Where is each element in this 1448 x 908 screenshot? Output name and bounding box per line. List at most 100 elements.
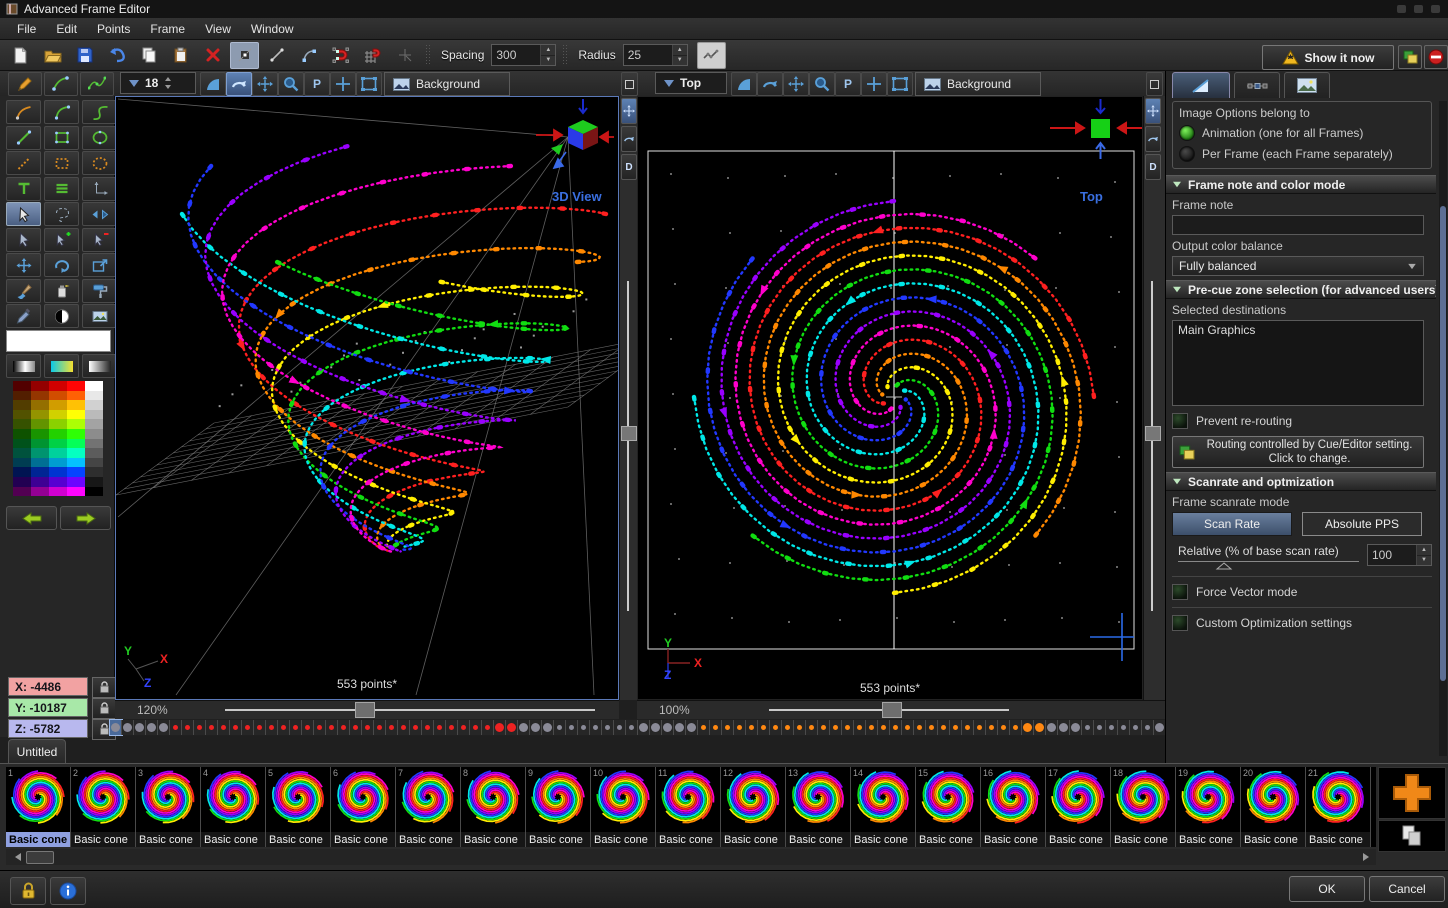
palette-gray[interactable] [85,429,103,439]
snap-grid-magnet-button[interactable] [358,42,387,69]
point-cell[interactable] [410,720,422,735]
dimension-tool[interactable] [82,177,117,201]
new-button[interactable] [6,42,35,69]
point-cell[interactable] [638,720,650,735]
left-zoom-slider-thumb[interactable] [355,702,375,718]
frame-thumbnail[interactable]: 1Basic cone [6,767,71,847]
point-cell[interactable] [1058,720,1070,735]
coord-y-field[interactable]: Y: -10187 [8,698,88,717]
palette-color[interactable] [49,448,67,458]
point-cell[interactable] [998,720,1010,735]
lock-y-button[interactable] [92,698,116,719]
palette-color[interactable] [49,400,67,410]
scan-rate-button[interactable]: Scan Rate [1172,512,1292,536]
spacing-spin-arrows[interactable]: ▲▼ [540,45,555,65]
spacing-spinner[interactable]: ▲▼ [491,44,556,66]
palette-prev-button[interactable] [6,506,57,530]
point-cell[interactable] [782,720,794,735]
point-cell[interactable] [602,720,614,735]
force-vector-checkbox[interactable]: Force Vector mode [1172,584,1432,600]
point-cell[interactable] [374,720,386,735]
point-cell[interactable] [554,720,566,735]
palette-color[interactable] [31,439,49,449]
point-cell[interactable] [146,720,158,735]
point-cell[interactable] [1130,720,1142,735]
point-cell[interactable] [266,720,278,735]
viewport-3d[interactable]: XYZ 3D View 553 points* [115,96,619,700]
point-cell[interactable] [662,720,674,735]
palette-color[interactable] [49,477,67,487]
point-cell[interactable] [1118,720,1130,735]
point-cell[interactable] [314,720,326,735]
palette-next-button[interactable] [60,506,111,530]
palette-color[interactable] [67,429,85,439]
point-cell[interactable] [242,720,254,735]
move-tool[interactable] [6,253,41,277]
frame-thumbnail[interactable]: 9Basic cone [526,767,591,847]
point-cell[interactable] [302,720,314,735]
blackout-button[interactable] [1424,45,1448,69]
point-cell[interactable] [674,720,686,735]
frame-thumbnail[interactable]: 21Basic cone [1306,767,1371,847]
left-add-tool[interactable] [330,72,356,96]
gradient-gray-button[interactable] [82,354,117,378]
current-color-swatch[interactable] [6,330,111,352]
point-cell[interactable] [626,720,638,735]
flip-tool[interactable] [82,202,117,226]
point-cell[interactable] [494,720,506,735]
coord-z-field[interactable]: Z: -5782 [8,719,88,738]
arc-tool[interactable] [44,100,79,124]
left-panel-config-button[interactable] [621,72,638,96]
frame-thumbnail[interactable]: 5Basic cone [266,767,331,847]
freehand-curve-tool[interactable] [6,100,41,124]
palette-color[interactable] [13,381,31,391]
left-rotate-tool[interactable] [226,72,252,96]
frame-thumbnail[interactable]: 3Basic cone [136,767,201,847]
palette-color[interactable] [31,410,49,420]
right-background-button[interactable]: Background [915,72,1041,96]
point-cell[interactable] [614,720,626,735]
frame-note-input[interactable] [1172,215,1424,235]
frame-thumbnail[interactable]: 17Basic cone [1046,767,1111,847]
point-cell[interactable] [830,720,842,735]
contrast-tool[interactable] [44,304,79,328]
frame-thumbnail[interactable]: 2Basic cone [71,767,136,847]
point-cell[interactable] [1106,720,1118,735]
lasso-select-tool[interactable] [44,202,79,226]
section-frame-note[interactable]: Frame note and color mode [1166,175,1436,194]
save-button[interactable] [70,42,99,69]
palette-color[interactable] [31,381,49,391]
palette-color[interactable] [49,391,67,401]
palette-gray[interactable] [85,477,103,487]
tab-draw[interactable] [1172,72,1230,98]
right-vertical-slider-track[interactable] [1151,281,1153,611]
palette-color[interactable] [13,487,31,497]
custom-optimization-checkbox[interactable]: Custom Optimization settings [1172,615,1432,631]
point-cell[interactable] [1034,720,1046,735]
left-pivot-tool[interactable]: P [304,72,330,96]
delete-button[interactable] [198,42,227,69]
spline-tool[interactable] [80,72,114,96]
menu-edit[interactable]: Edit [47,20,86,38]
point-cell[interactable] [506,720,518,735]
palette-color[interactable] [13,391,31,401]
palette-color[interactable] [67,439,85,449]
absolute-pps-button[interactable]: Absolute PPS [1302,512,1422,536]
point-cell[interactable] [398,720,410,735]
left-zoom-tool[interactable] [278,72,304,96]
palette-color[interactable] [49,419,67,429]
radius-spinner[interactable]: ▲▼ [623,44,688,66]
point-cell[interactable] [806,720,818,735]
palette-color[interactable] [67,400,85,410]
point-cell[interactable] [422,720,434,735]
palette-color[interactable] [13,467,31,477]
point-cell[interactable] [110,720,122,735]
cancel-button[interactable]: Cancel [1369,876,1445,902]
bezier-tool-button[interactable] [294,42,323,69]
ok-button[interactable]: OK [1289,876,1365,902]
point-cell[interactable] [326,720,338,735]
palette-gray[interactable] [85,458,103,468]
panel-scrollbar-thumb[interactable] [1440,206,1446,681]
palette-color[interactable] [67,391,85,401]
pan-view-button[interactable] [621,98,637,124]
